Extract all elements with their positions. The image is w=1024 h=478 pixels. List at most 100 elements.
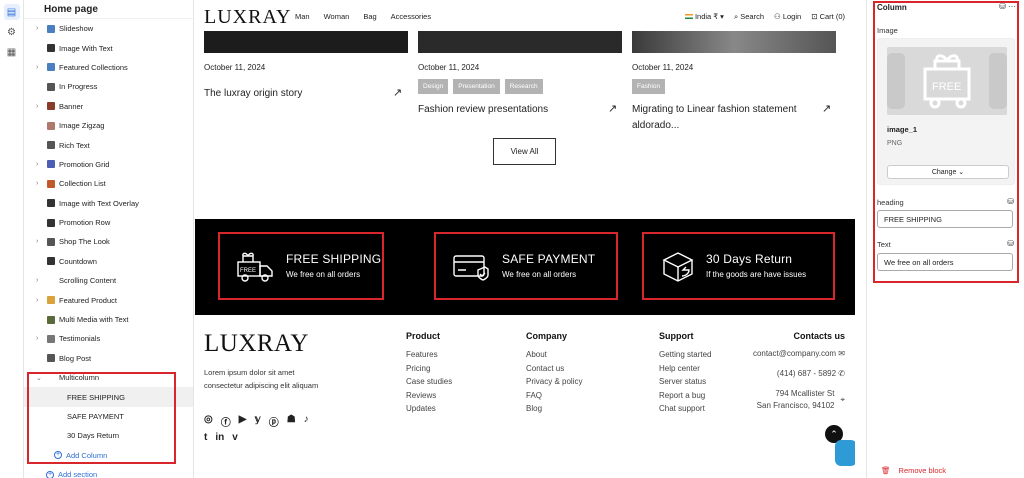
tag[interactable]: Presentation — [453, 79, 500, 94]
database-icon[interactable]: ⛁ — [1007, 239, 1014, 248]
chevron-right-icon[interactable]: › — [36, 161, 38, 168]
sidebar-item-label: Promotion Row — [59, 218, 111, 228]
pinterest-icon[interactable]: ⓟ — [269, 414, 279, 429]
blog-date: October 11, 2024 — [418, 63, 480, 72]
sidebar-item[interactable]: › Scrolling Content — [24, 271, 193, 290]
apps-icon[interactable]: ▦ — [4, 44, 20, 60]
feature-safe-payment[interactable]: SAFE PAYMENT We free on all orders — [434, 232, 618, 300]
database-icon[interactable]: ⛁ — [999, 2, 1006, 11]
sidebar-item-label: Scrolling Content — [59, 276, 117, 286]
nav-link-man[interactable]: Man — [295, 12, 310, 21]
search-button[interactable]: ⌕ Search — [734, 12, 764, 22]
footer-link[interactable]: Getting started — [659, 348, 711, 362]
sidebar-item[interactable]: › Featured Product — [24, 290, 193, 309]
feature-30-days-return[interactable]: 30 Days Return If the goods are have iss… — [642, 232, 835, 300]
tag[interactable]: Design — [418, 79, 449, 94]
contact-phone[interactable]: (414) 687 - 5892 ✆ — [753, 368, 845, 380]
arrow-up-right-icon[interactable]: ↗ — [608, 102, 617, 115]
sidebar-item[interactable]: Countdown — [24, 252, 193, 271]
sidebar-item[interactable]: Image Zigzag — [24, 116, 193, 135]
remove-block-button[interactable]: 🗑 Remove block — [881, 466, 946, 475]
vimeo-icon[interactable]: v — [232, 432, 238, 443]
sidebar-item[interactable]: Rich Text — [24, 135, 193, 154]
footer-link[interactable]: Updates — [406, 402, 452, 416]
nav-link-woman[interactable]: Woman — [324, 12, 350, 21]
heading-input[interactable]: FREE SHIPPING — [877, 210, 1013, 228]
cart-button[interactable]: ⊡ Cart (0) — [811, 12, 845, 22]
sidebar-item[interactable]: › Testimonials — [24, 329, 193, 348]
arrow-up-right-icon[interactable]: ↗ — [393, 86, 402, 99]
footer-link[interactable]: Contact us — [526, 362, 582, 376]
sections-icon[interactable]: ▤ — [3, 4, 20, 20]
footer-link[interactable]: Chat support — [659, 402, 711, 416]
chevron-right-icon[interactable]: › — [36, 103, 38, 110]
sidebar-item[interactable]: › Collection List — [24, 174, 193, 193]
sidebar-item[interactable]: › Banner — [24, 97, 193, 116]
settings-icon[interactable]: ⚙ — [4, 24, 20, 40]
database-icon[interactable]: ⛁ — [1007, 197, 1014, 206]
feature-free-shipping[interactable]: FREE FREE SHIPPING We free on all orders — [218, 232, 384, 300]
chevron-right-icon[interactable]: › — [36, 277, 38, 284]
tag[interactable]: Fashion — [632, 79, 666, 94]
instagram-icon[interactable]: ◎ — [204, 414, 213, 429]
tumblr-icon[interactable]: t — [204, 432, 207, 443]
footer-link[interactable]: Report a bug — [659, 389, 711, 403]
blog-title[interactable]: The luxray origin story — [204, 86, 374, 102]
sidebar-item[interactable]: › Featured Collections — [24, 58, 193, 77]
change-image-button[interactable]: Change ⌄ — [887, 165, 1009, 179]
blog-title[interactable]: Migrating to Linear fashion statement al… — [632, 102, 810, 134]
footer-link[interactable]: About — [526, 348, 582, 362]
text-input[interactable]: We free on all orders — [877, 253, 1013, 271]
youtube-icon[interactable]: ▶ — [239, 414, 247, 429]
twitter-icon[interactable]: 𝕪 — [254, 414, 260, 429]
sidebar-item[interactable]: Blog Post — [24, 349, 193, 368]
chevron-right-icon[interactable]: › — [36, 25, 38, 32]
login-button[interactable]: ⚇ Login — [774, 12, 801, 22]
chevron-right-icon[interactable]: › — [36, 238, 38, 245]
footer-link[interactable]: Server status — [659, 375, 711, 389]
facebook-icon[interactable]: ⓕ — [221, 414, 231, 429]
sidebar-item[interactable]: › Shop The Look — [24, 232, 193, 251]
sidebar-item[interactable]: Promotion Row — [24, 213, 193, 232]
nav-link-accessories[interactable]: Accessories — [391, 12, 431, 21]
footer-link[interactable]: Reviews — [406, 389, 452, 403]
footer-link[interactable]: Pricing — [406, 362, 452, 376]
sidebar-item[interactable]: › Promotion Grid — [24, 155, 193, 174]
chat-widget-icon[interactable] — [835, 440, 855, 466]
blog-image-2[interactable] — [418, 31, 622, 53]
sidebar-item[interactable]: In Progress — [24, 77, 193, 96]
footer-link[interactable]: Case studies — [406, 375, 452, 389]
gift-truck-placeholder-icon: FREE — [887, 53, 1007, 109]
tag[interactable]: Research — [504, 79, 543, 94]
blog-image-3[interactable] — [632, 31, 836, 53]
snapchat-icon[interactable]: ☗ — [287, 414, 296, 429]
chevron-right-icon[interactable]: › — [36, 64, 38, 71]
add-section-button[interactable]: + Add section — [24, 465, 193, 478]
nav-link-bag[interactable]: Bag — [363, 12, 376, 21]
linkedin-icon[interactable]: in — [215, 432, 224, 443]
chevron-right-icon[interactable]: › — [36, 335, 38, 342]
view-all-button[interactable]: View All — [493, 138, 556, 165]
tiktok-icon[interactable]: ♪ — [304, 414, 309, 429]
footer-link[interactable]: Features — [406, 348, 452, 362]
chevron-right-icon[interactable]: › — [36, 297, 38, 304]
chevron-right-icon[interactable]: › — [36, 180, 38, 187]
footer-link[interactable]: FAQ — [526, 389, 582, 403]
footer-link[interactable]: Blog — [526, 402, 582, 416]
contact-email[interactable]: contact@company.com ✉ — [753, 348, 845, 360]
footer-link[interactable]: Privacy & policy — [526, 375, 582, 389]
sidebar-item[interactable]: › Slideshow — [24, 19, 193, 38]
blog-title[interactable]: Fashion review presentations — [418, 102, 598, 118]
sidebar-item[interactable]: Image With Text — [24, 38, 193, 57]
section-icon — [47, 63, 55, 72]
sidebar-item[interactable]: Image with Text Overlay — [24, 194, 193, 213]
image-thumbnail[interactable]: FREE — [887, 47, 1007, 115]
arrow-up-right-icon[interactable]: ↗ — [822, 102, 831, 115]
more-icon[interactable]: ··· — [1008, 2, 1016, 11]
store-logo[interactable]: LUXRAY — [204, 6, 292, 29]
country-selector[interactable]: India ₹ ▾ — [684, 12, 724, 22]
blog-image-1[interactable] — [204, 31, 408, 53]
footer-logo[interactable]: LUXRAY — [204, 330, 309, 358]
sidebar-item[interactable]: Multi Media with Text — [24, 310, 193, 329]
footer-link[interactable]: Help center — [659, 362, 711, 376]
